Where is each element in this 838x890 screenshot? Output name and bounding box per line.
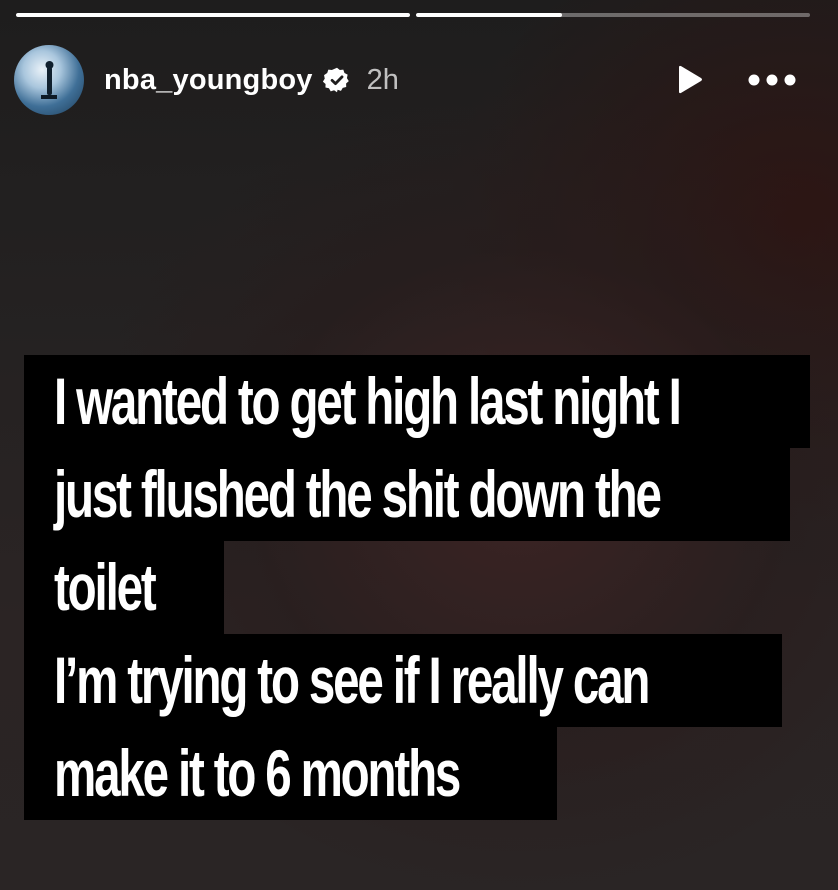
play-icon — [679, 65, 702, 94]
avatar-silhouette-icon — [41, 61, 57, 99]
more-options-button[interactable] — [746, 63, 798, 97]
caption-line-5: make it to 6 months — [24, 727, 557, 820]
more-options-icon — [748, 74, 796, 86]
caption-text-5: make it to 6 months — [54, 736, 461, 810]
caption-text-2: just flushed the shit down the — [54, 457, 662, 531]
caption-text-1: I wanted to get high last night I — [54, 364, 682, 438]
progress-fill-2 — [416, 13, 562, 17]
play-button[interactable] — [672, 63, 706, 97]
caption-text-3: toilet — [54, 550, 157, 624]
story-progress-bar — [16, 13, 810, 18]
caption-line-1: I wanted to get high last night I — [24, 355, 810, 448]
progress-segment-1 — [16, 13, 410, 17]
progress-segment-2 — [416, 13, 810, 17]
progress-fill-1 — [16, 13, 410, 17]
story-viewer: nba_youngboy 2h I wanted to get high las… — [0, 0, 838, 890]
caption-text-4: I’m trying to see if I really can — [54, 643, 650, 717]
story-caption: I wanted to get high last night I just f… — [24, 355, 824, 820]
caption-line-4: I’m trying to see if I really can — [24, 634, 782, 727]
caption-line-3: toilet — [24, 541, 224, 634]
story-header: nba_youngboy 2h — [14, 45, 798, 115]
post-time: 2h — [366, 63, 399, 96]
verified-badge-icon — [322, 67, 349, 93]
username[interactable]: nba_youngboy — [104, 64, 313, 97]
caption-line-2: just flushed the shit down the — [24, 448, 790, 541]
avatar[interactable] — [14, 45, 84, 115]
